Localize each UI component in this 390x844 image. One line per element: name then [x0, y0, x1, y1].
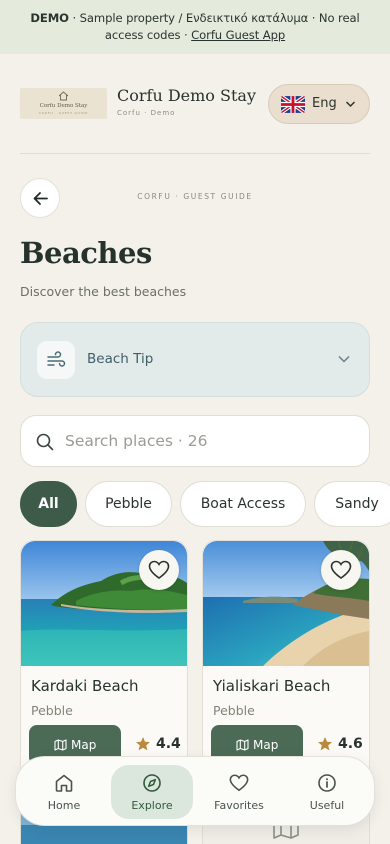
search-bar [20, 415, 370, 467]
header: Corfu Demo Stay CORFU · GUEST GUIDE Corf… [20, 84, 370, 124]
heart-icon [148, 560, 170, 579]
logo-subtext: CORFU · GUEST GUIDE [38, 111, 89, 115]
rating-value: 4.6 [338, 736, 363, 752]
language-selector[interactable]: Eng [268, 84, 370, 124]
header-divider [20, 153, 370, 154]
place-title: Yialiskari Beach [213, 677, 331, 695]
wind-icon-box [37, 341, 75, 379]
nav-home-label: Home [47, 799, 81, 812]
map-label: Map [253, 738, 279, 752]
nav-home[interactable]: Home [23, 765, 105, 819]
place-type: Pebble [213, 703, 255, 718]
home-icon [55, 774, 73, 792]
brand-name: Corfu Demo Stay [117, 86, 256, 105]
beach-tip-accordion[interactable]: Beach Tip [20, 322, 370, 397]
nav-useful[interactable]: Useful [286, 765, 368, 819]
chevron-down-icon [345, 101, 356, 108]
brand-subtitle: Corfu · Demo [117, 109, 176, 117]
map-label: Map [71, 738, 97, 752]
house-logo-icon [58, 91, 69, 101]
search-input[interactable] [65, 416, 355, 466]
wind-icon [47, 351, 66, 367]
filter-chip-all[interactable]: All [20, 481, 77, 527]
map-icon [54, 739, 67, 751]
filter-chip-pebble[interactable]: Pebble [85, 481, 172, 527]
demo-banner: DEMO · Sample property / Ενδεικτικό κατά… [0, 0, 390, 54]
star-icon [318, 737, 332, 751]
rating-value: 4.4 [156, 736, 181, 752]
beach-tip-label: Beach Tip [87, 351, 154, 367]
nav-favorites-label: Favorites [214, 799, 264, 812]
compass-icon [143, 774, 161, 792]
filter-chip-sandy[interactable]: Sandy [314, 481, 390, 527]
section-eyebrow: CORFU · GUEST GUIDE [137, 192, 253, 201]
search-icon [36, 433, 54, 451]
star-icon [136, 737, 150, 751]
favorite-button[interactable] [139, 550, 179, 590]
place-type: Pebble [31, 703, 73, 718]
nav-favorites[interactable]: Favorites [198, 765, 280, 819]
heart-icon [330, 560, 352, 579]
property-logo[interactable]: Corfu Demo Stay CORFU · GUEST GUIDE [20, 88, 107, 119]
bottom-nav: Home Explore Favorites Useful [15, 756, 375, 826]
guest-app-link[interactable]: Corfu Guest App [191, 28, 285, 42]
chevron-down-icon [338, 355, 350, 363]
filter-chip-boat-access[interactable]: Boat Access [180, 481, 306, 527]
place-title: Kardaki Beach [31, 677, 139, 695]
logo-text: Corfu Demo Stay [39, 103, 88, 109]
uk-flag-icon [281, 96, 305, 113]
page-title: Beaches [20, 236, 152, 270]
language-label: Eng [312, 96, 337, 111]
page-subtitle: Discover the best beaches [20, 284, 187, 299]
nav-explore[interactable]: Explore [111, 765, 193, 819]
demo-label: DEMO [30, 11, 69, 25]
info-icon [318, 774, 336, 792]
map-icon [236, 739, 249, 751]
favorite-button[interactable] [321, 550, 361, 590]
nav-explore-label: Explore [131, 799, 173, 812]
heart-icon [229, 774, 249, 792]
nav-useful-label: Useful [309, 799, 345, 812]
